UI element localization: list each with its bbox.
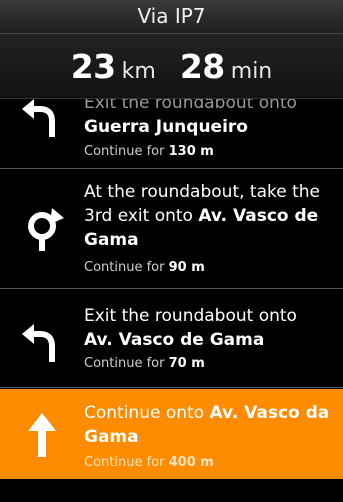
continue-distance: 70 m	[168, 356, 205, 371]
distance-unit: km	[121, 58, 156, 84]
header-title: Via IP7	[0, 0, 343, 34]
continue-label: Continue for	[84, 260, 165, 275]
continue-label: Continue for	[84, 455, 165, 470]
continue-distance: 130 m	[168, 144, 214, 159]
roundabout-icon	[28, 208, 64, 251]
continue-distance: 400 m	[168, 455, 214, 470]
time-value: 28	[179, 46, 225, 86]
distance-value: 23	[70, 46, 116, 86]
distance-summary: 23 km	[71, 47, 156, 86]
direction-step-active[interactable]: Continue onto Av. Vasco da Gama Continue…	[0, 389, 343, 479]
instruction-text: Continue onto	[84, 403, 205, 423]
directions-list[interactable]: Exit the roundabout onto Guerra Junqueir…	[0, 99, 343, 502]
straight-arrow-icon	[28, 413, 56, 457]
instruction-text: Exit the roundabout onto	[84, 99, 297, 113]
time-unit: min	[230, 58, 273, 84]
continue-distance: 90 m	[168, 260, 205, 275]
continue-label: Continue for	[84, 356, 165, 371]
route-summary: 23 km 28 min	[0, 34, 343, 99]
direction-step[interactable]: Exit the roundabout onto Av. Vasco de Ga…	[0, 290, 343, 388]
instruction-text: Exit the roundabout onto	[84, 306, 297, 326]
continue-label: Continue for	[84, 144, 165, 159]
time-summary: 28 min	[180, 47, 272, 86]
direction-step[interactable]: Exit the roundabout onto Guerra Junqueir…	[0, 99, 343, 169]
roundabout-exit-left-icon	[22, 324, 55, 362]
street-name: Guerra Junqueiro	[84, 117, 248, 137]
direction-step[interactable]: At the roundabout, take the 3rd exit ont…	[0, 170, 343, 289]
street-name: Av. Vasco de Gama	[84, 330, 265, 350]
roundabout-exit-left-icon	[22, 99, 55, 137]
